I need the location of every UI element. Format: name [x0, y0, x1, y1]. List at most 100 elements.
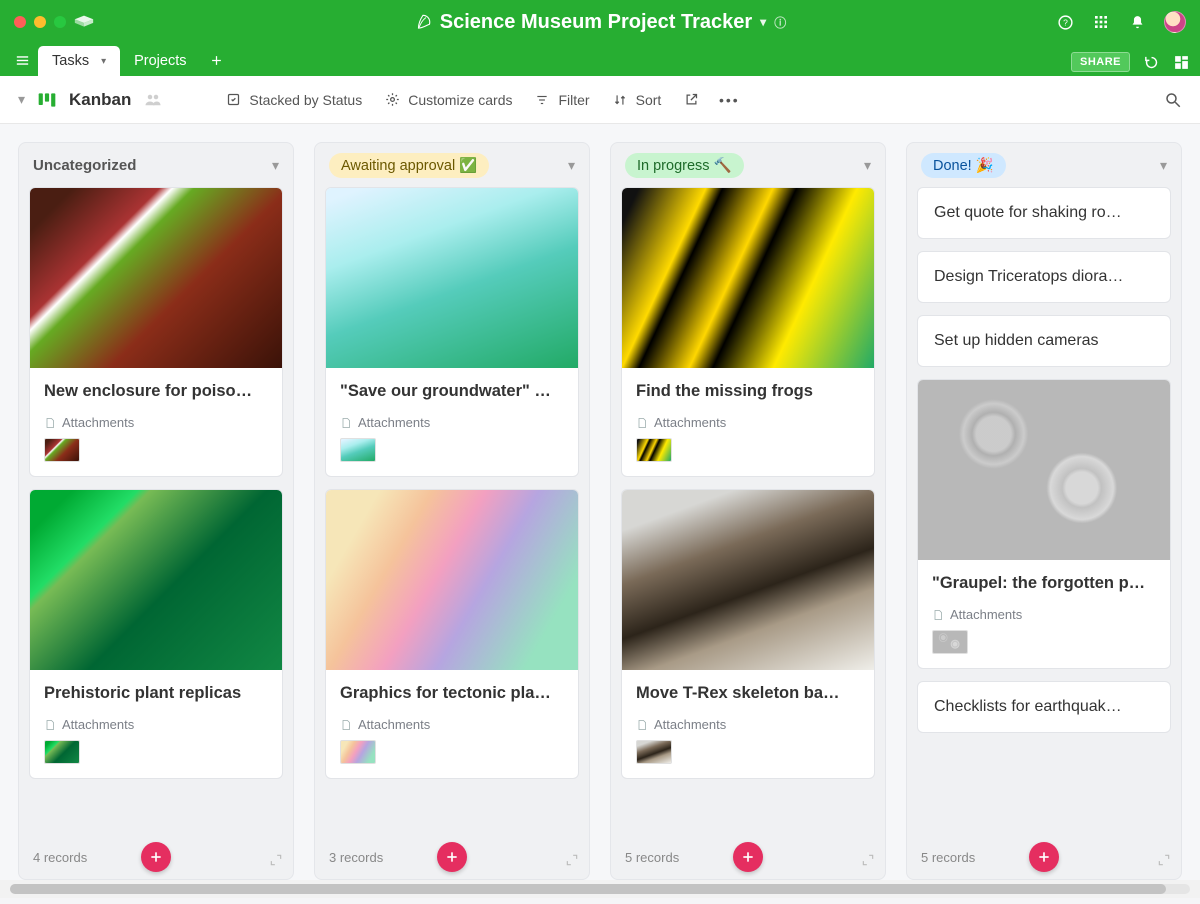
card-cover-image [622, 188, 874, 368]
workspace-title: Science Museum Project Tracker [440, 11, 752, 34]
titlebar-right: ? [1056, 11, 1186, 33]
card[interactable]: "Save our groundwater" … Attachments [325, 187, 579, 477]
expand-icon[interactable] [565, 853, 579, 867]
card-cover-image [30, 490, 282, 670]
chevron-down-icon[interactable]: ▾ [864, 157, 871, 174]
user-avatar[interactable] [1164, 11, 1186, 33]
card-title: "Save our groundwater" … [340, 382, 564, 401]
svg-text:?: ? [1063, 17, 1068, 27]
chevron-down-icon[interactable]: ▾ [101, 56, 106, 67]
search-icon[interactable] [1164, 91, 1182, 109]
sort-button[interactable]: Sort [612, 92, 662, 108]
expand-icon[interactable] [861, 853, 875, 867]
hamburger-icon[interactable] [6, 44, 38, 76]
column-body[interactable]: Get quote for shaking ro… Design Tricerat… [907, 187, 1181, 835]
stacked-by-button[interactable]: Stacked by Status [225, 92, 362, 108]
card[interactable]: Find the missing frogsAttachments [621, 187, 875, 477]
horizontal-scrollbar[interactable] [0, 880, 1200, 898]
blocks-icon[interactable] [1172, 53, 1190, 71]
record-count: 3 records [329, 850, 383, 865]
add-record-button[interactable] [437, 842, 467, 872]
help-icon[interactable]: ? [1056, 13, 1074, 31]
notifications-bell-icon[interactable] [1128, 13, 1146, 31]
apps-grid-icon[interactable] [1092, 13, 1110, 31]
chevron-down-icon[interactable]: ▾ [568, 157, 575, 174]
minimize-window-button[interactable] [34, 16, 46, 28]
card[interactable]: New enclosure for poiso… Attachments [29, 187, 283, 477]
attachments-label: Attachments [340, 717, 564, 732]
column-body[interactable]: "Save our groundwater" …AttachmentsGraph… [315, 187, 589, 835]
expand-icon[interactable] [269, 853, 283, 867]
close-window-button[interactable] [14, 16, 26, 28]
card-title: Graphics for tectonic pla… [340, 684, 564, 703]
attachment-thumbnail[interactable] [932, 630, 968, 654]
column-awaiting: Awaiting approval ✅ ▾ "Save our groundwate… [314, 142, 590, 880]
attachment-thumbnail[interactable] [636, 438, 672, 462]
stack-icon [225, 92, 241, 108]
add-record-button[interactable] [1029, 842, 1059, 872]
record-count: 5 records [921, 850, 975, 865]
chevron-down-icon[interactable]: ▾ [1160, 157, 1167, 174]
column-status-pill[interactable]: Done! 🎉 [921, 153, 1006, 178]
workspace-title-group[interactable]: Science Museum Project Tracker ▾ ⓘ [0, 11, 1200, 34]
stacked-by-label: Stacked by Status [249, 92, 362, 108]
card[interactable]: Move T-Rex skeleton ba…Attachments [621, 489, 875, 779]
open-external-button[interactable] [683, 92, 699, 108]
card[interactable]: Prehistoric plant replicasAttachments [29, 489, 283, 779]
card[interactable]: Design Triceratops diora… [917, 251, 1171, 303]
collaborators-icon[interactable] [143, 91, 163, 109]
card[interactable]: Checklists for earthquak… [917, 681, 1171, 733]
tab-strip: Tasks ▾ Projects SHARE [0, 44, 1200, 76]
tab-projects[interactable]: Projects [120, 46, 200, 76]
card-title: Find the missing frogs [636, 382, 860, 401]
view-switcher[interactable]: ▾ Kanban [18, 90, 163, 110]
column-header[interactable]: Uncategorized▾ [19, 143, 293, 187]
customize-cards-button[interactable]: Customize cards [384, 92, 512, 108]
column-status-pill[interactable]: In progress 🔨 [625, 153, 744, 178]
card-cover-image [918, 380, 1170, 560]
column-body[interactable]: Find the missing frogsAttachmentsMove T-… [611, 187, 885, 835]
attachment-thumbnail[interactable] [636, 740, 672, 764]
attachment-thumbnail[interactable] [44, 740, 80, 764]
tab-projects-label: Projects [134, 53, 186, 69]
card[interactable]: "Graupel: the forgotten p…Attachments [917, 379, 1171, 669]
info-icon: ⓘ [774, 14, 786, 31]
column-header[interactable]: Awaiting approval ✅ ▾ [315, 143, 589, 187]
add-record-button[interactable] [733, 842, 763, 872]
traffic-lights [14, 16, 66, 28]
card-title: Prehistoric plant replicas [44, 684, 268, 703]
column-body[interactable]: New enclosure for poiso… Attachments Prehi… [19, 187, 293, 835]
column-status-pill[interactable]: Awaiting approval ✅ [329, 153, 489, 178]
view-toolbar: ▾ Kanban Stacked by Status Customize car… [0, 76, 1200, 124]
tab-tasks[interactable]: Tasks ▾ [38, 46, 120, 76]
more-horizontal-icon: ••• [721, 92, 737, 108]
kanban-board[interactable]: Uncategorized▾ New enclosure for poiso… At… [0, 124, 1200, 880]
column-uncat: Uncategorized▾ New enclosure for poiso… At… [18, 142, 294, 880]
share-button[interactable]: SHARE [1071, 52, 1130, 72]
filter-icon [534, 92, 550, 108]
card[interactable]: Get quote for shaking ro… [917, 187, 1171, 239]
attachment-thumbnail[interactable] [44, 438, 80, 462]
add-tab-button[interactable] [201, 44, 233, 76]
view-name: Kanban [69, 90, 131, 110]
history-icon[interactable] [1142, 53, 1160, 71]
chevron-down-icon[interactable]: ▾ [272, 157, 279, 174]
window-titlebar: Science Museum Project Tracker ▾ ⓘ ? [0, 0, 1200, 44]
attachments-label: Attachments [44, 415, 268, 430]
column-header[interactable]: In progress 🔨 ▾ [611, 143, 885, 187]
card[interactable]: Graphics for tectonic pla… Attachments [325, 489, 579, 779]
filter-button[interactable]: Filter [534, 92, 589, 108]
add-record-button[interactable] [141, 842, 171, 872]
card-title: New enclosure for poiso… [44, 382, 268, 401]
expand-icon[interactable] [1157, 853, 1171, 867]
attachment-thumbnail[interactable] [340, 740, 376, 764]
customize-cards-label: Customize cards [408, 92, 512, 108]
more-options-button[interactable]: ••• [721, 92, 737, 108]
sort-icon [612, 92, 628, 108]
tabstrip-right: SHARE [1071, 52, 1190, 72]
card[interactable]: Set up hidden cameras [917, 315, 1171, 367]
attachments-label: Attachments [340, 415, 564, 430]
attachment-thumbnail[interactable] [340, 438, 376, 462]
maximize-window-button[interactable] [54, 16, 66, 28]
column-header[interactable]: Done! 🎉 ▾ [907, 143, 1181, 187]
